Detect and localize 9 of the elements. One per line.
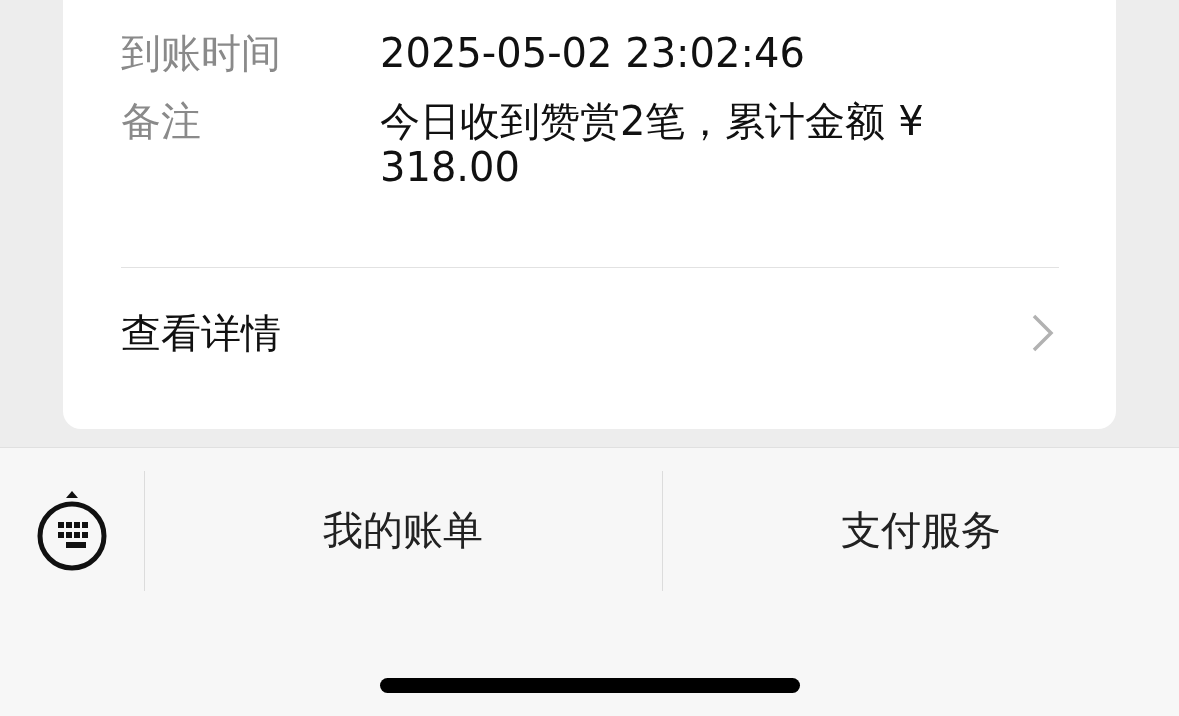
view-details-link[interactable]: 查看详情 [121, 268, 1059, 398]
detail-value: 2025-05-02 23:02:46 [380, 30, 806, 76]
menu-button[interactable]: 我的账单 [144, 470, 662, 591]
detail-label: 备注 [121, 98, 202, 146]
menu-button[interactable]: 支付服务 [661, 470, 1179, 591]
detail-label: 到账时间 [121, 30, 282, 76]
detail-value: 今日收到赞赏2笔，累计金额 ¥ 318.00 [380, 98, 925, 190]
chevron-icon [1031, 313, 1055, 353]
keyboard-icon[interactable] [36, 489, 108, 572]
